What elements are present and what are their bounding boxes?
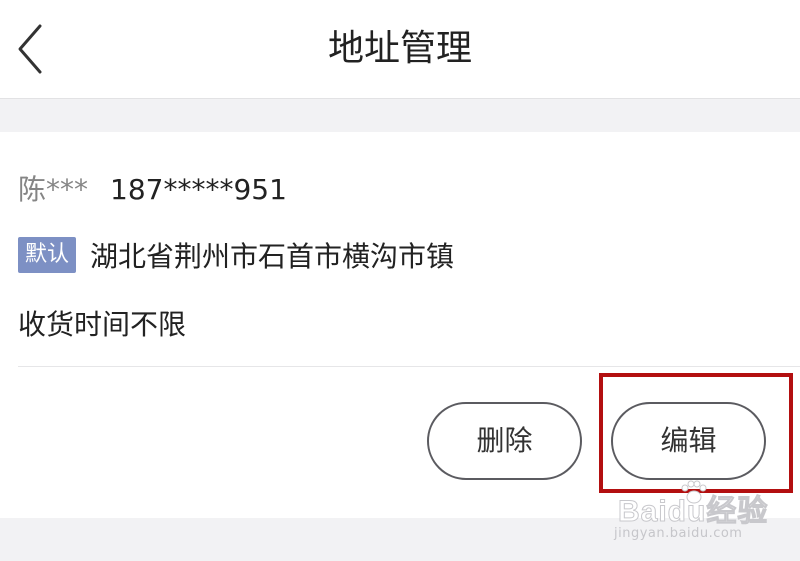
default-badge: 默认: [18, 237, 77, 273]
recipient-phone: 187*****951: [110, 173, 287, 206]
edit-button[interactable]: 编辑: [611, 402, 766, 480]
address-card[interactable]: 陈*** 187*****951 默认 湖北省荆州市石首市横沟市镇 收货时间不限 …: [0, 132, 800, 518]
divider: [18, 366, 800, 367]
page-title: 地址管理: [327, 28, 472, 69]
back-button[interactable]: [10, 22, 54, 76]
section-gap: [0, 99, 800, 132]
address-line: 默认 湖北省荆州市石首市横沟市镇: [18, 236, 454, 274]
delete-button[interactable]: 删除: [427, 402, 582, 480]
chevron-left-icon: [18, 24, 42, 74]
contact-line: 陈*** 187*****951: [18, 172, 287, 208]
watermark-url: jingyan.baidu.com: [614, 526, 743, 541]
nav-bar: 地址管理: [0, 0, 800, 99]
recipient-name: 陈***: [18, 173, 89, 206]
delivery-time: 收货时间不限: [18, 308, 187, 341]
address-text: 湖北省荆州市石首市横沟市镇: [90, 240, 455, 273]
